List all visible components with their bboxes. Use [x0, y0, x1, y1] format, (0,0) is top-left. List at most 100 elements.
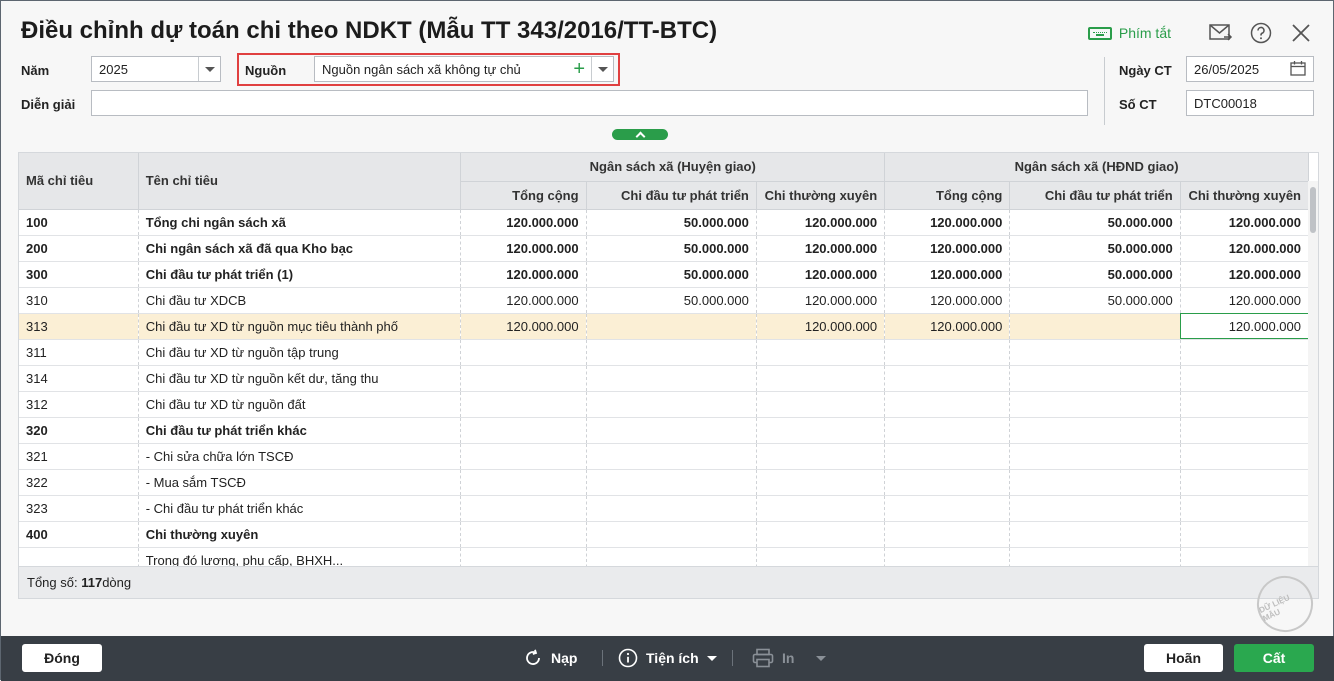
- cell-code[interactable]: 100: [19, 209, 139, 236]
- cell-amount[interactable]: [1009, 469, 1181, 496]
- date-picker[interactable]: 26/05/2025: [1186, 56, 1314, 82]
- close-icon[interactable]: [1289, 21, 1313, 45]
- cell-amount[interactable]: [884, 469, 1011, 496]
- doc-number-input[interactable]: DTC00018: [1186, 90, 1314, 116]
- collapse-form-button[interactable]: [612, 129, 668, 142]
- cell-name[interactable]: Chi thường xuyên: [138, 521, 462, 548]
- table-row[interactable]: 313 Chi đầu tư XD từ nguồn mục tiêu thành…: [19, 313, 1310, 340]
- cell-amount[interactable]: [884, 339, 1011, 366]
- cell-amount[interactable]: [1009, 443, 1181, 470]
- cell-amount[interactable]: [1180, 521, 1310, 548]
- calendar-icon[interactable]: [1290, 60, 1306, 79]
- cell-amount[interactable]: 120.000.000: [1180, 209, 1310, 236]
- cell-amount[interactable]: 120.000.000: [884, 287, 1011, 314]
- table-row[interactable]: 314 Chi đầu tư XD từ nguồn kết dư, tăng t…: [19, 365, 1310, 392]
- header-code[interactable]: Mã chỉ tiêu: [19, 153, 139, 210]
- help-icon[interactable]: [1249, 21, 1273, 45]
- cell-amount[interactable]: [884, 521, 1011, 548]
- cell-amount[interactable]: [1180, 443, 1310, 470]
- cell-amount[interactable]: [1009, 495, 1181, 522]
- cell-code[interactable]: 200: [19, 235, 139, 262]
- table-row[interactable]: 400 Chi thường xuyên: [19, 521, 1310, 548]
- cell-amount[interactable]: [586, 391, 757, 418]
- cell-code[interactable]: 320: [19, 417, 139, 444]
- cell-amount[interactable]: 120.000.000: [756, 235, 886, 262]
- send-mail-icon[interactable]: [1209, 21, 1233, 45]
- cell-code[interactable]: 314: [19, 365, 139, 392]
- header-regular-1[interactable]: Chi thường xuyên: [756, 181, 886, 210]
- cell-amount[interactable]: [756, 521, 886, 548]
- cell-amount[interactable]: 120.000.000: [756, 209, 886, 236]
- cell-amount[interactable]: 120.000.000: [460, 313, 587, 340]
- cell-code[interactable]: 323: [19, 495, 139, 522]
- header-name[interactable]: Tên chỉ tiêu: [138, 153, 462, 210]
- cell-amount[interactable]: [1180, 417, 1310, 444]
- cell-amount[interactable]: 50.000.000: [586, 261, 757, 288]
- cell-code[interactable]: 300: [19, 261, 139, 288]
- cell-amount[interactable]: [1180, 469, 1310, 496]
- cell-name[interactable]: Chi đầu tư XD từ nguồn đất: [138, 391, 462, 418]
- cell-amount[interactable]: 120.000.000: [460, 209, 587, 236]
- cell-amount[interactable]: [460, 469, 587, 496]
- close-button[interactable]: Đóng: [22, 644, 102, 672]
- cell-amount[interactable]: [1009, 391, 1181, 418]
- table-row[interactable]: 322- Mua sắm TSCĐ: [19, 469, 1310, 496]
- cell-amount[interactable]: [586, 469, 757, 496]
- cell-amount[interactable]: [756, 417, 886, 444]
- cell-name[interactable]: - Mua sắm TSCĐ: [138, 469, 462, 496]
- header-invest-2[interactable]: Chi đầu tư phát triển: [1009, 181, 1181, 210]
- chevron-down-icon[interactable]: [198, 57, 220, 81]
- cell-amount[interactable]: [460, 443, 587, 470]
- cell-name[interactable]: Chi đầu tư XD từ nguồn tập trung: [138, 339, 462, 366]
- cell-amount[interactable]: [884, 365, 1011, 392]
- cell-code[interactable]: 312: [19, 391, 139, 418]
- cell-name[interactable]: - Chi sửa chữa lớn TSCĐ: [138, 443, 462, 470]
- cell-amount[interactable]: [1009, 365, 1181, 392]
- cell-amount[interactable]: [1009, 417, 1181, 444]
- cell-name[interactable]: Chi đầu tư XD từ nguồn mục tiêu thành ph…: [138, 313, 462, 340]
- utility-menu-button[interactable]: Tiện ích: [618, 647, 717, 669]
- cell-amount[interactable]: 120.000.000: [1180, 313, 1310, 340]
- cell-name[interactable]: - Chi đầu tư phát triển khác: [138, 495, 462, 522]
- scrollbar-thumb[interactable]: [1310, 187, 1316, 233]
- cell-amount[interactable]: [460, 521, 587, 548]
- cell-amount[interactable]: 120.000.000: [1180, 287, 1310, 314]
- cell-amount[interactable]: [1180, 339, 1310, 366]
- table-row[interactable]: 310 Chi đầu tư XDCB 120.000.000 50.000.000 1…: [19, 287, 1310, 314]
- cell-amount[interactable]: [586, 521, 757, 548]
- cell-amount[interactable]: [1180, 391, 1310, 418]
- cell-amount[interactable]: 50.000.000: [586, 287, 757, 314]
- cell-amount[interactable]: 120.000.000: [884, 313, 1011, 340]
- cell-amount[interactable]: [1180, 495, 1310, 522]
- cell-amount[interactable]: [884, 443, 1011, 470]
- cell-amount[interactable]: [1180, 365, 1310, 392]
- table-row[interactable]: 100 Tổng chi ngân sách xã 120.000.000 50.00…: [19, 209, 1310, 236]
- cell-code[interactable]: 400: [19, 521, 139, 548]
- save-button[interactable]: Cất: [1234, 644, 1314, 672]
- table-row[interactable]: 311 Chi đầu tư XD từ nguồn tập trung: [19, 339, 1310, 366]
- year-select[interactable]: 2025: [91, 56, 221, 82]
- cell-code[interactable]: 322: [19, 469, 139, 496]
- cell-amount[interactable]: [884, 417, 1011, 444]
- cell-amount[interactable]: 120.000.000: [460, 235, 587, 262]
- cell-amount[interactable]: 50.000.000: [586, 235, 757, 262]
- cell-name[interactable]: Chi đầu tư phát triển khác: [138, 417, 462, 444]
- cell-amount[interactable]: 120.000.000: [884, 209, 1011, 236]
- header-total-2[interactable]: Tổng cộng: [884, 181, 1011, 210]
- cell-amount[interactable]: [586, 417, 757, 444]
- table-row[interactable]: 300 Chi đầu tư phát triển (1) 120.000.000 5…: [19, 261, 1310, 288]
- reload-button[interactable]: Nạp: [523, 647, 577, 669]
- cell-amount[interactable]: 120.000.000: [756, 287, 886, 314]
- cancel-button[interactable]: Hoãn: [1144, 644, 1223, 672]
- cell-amount[interactable]: [460, 495, 587, 522]
- table-row[interactable]: 320 Chi đầu tư phát triển khác: [19, 417, 1310, 444]
- cell-amount[interactable]: 120.000.000: [756, 261, 886, 288]
- header-regular-2[interactable]: Chi thường xuyên: [1180, 181, 1310, 210]
- cell-amount[interactable]: [586, 339, 757, 366]
- table-row[interactable]: 200 Chi ngân sách xã đã qua Kho bạc 120.00…: [19, 235, 1310, 262]
- header-total-1[interactable]: Tổng cộng: [460, 181, 587, 210]
- vertical-scrollbar[interactable]: [1308, 181, 1318, 569]
- cell-amount[interactable]: [1009, 313, 1181, 340]
- cell-name[interactable]: Chi ngân sách xã đã qua Kho bạc: [138, 235, 462, 262]
- table-row[interactable]: 323- Chi đầu tư phát triển khác: [19, 495, 1310, 522]
